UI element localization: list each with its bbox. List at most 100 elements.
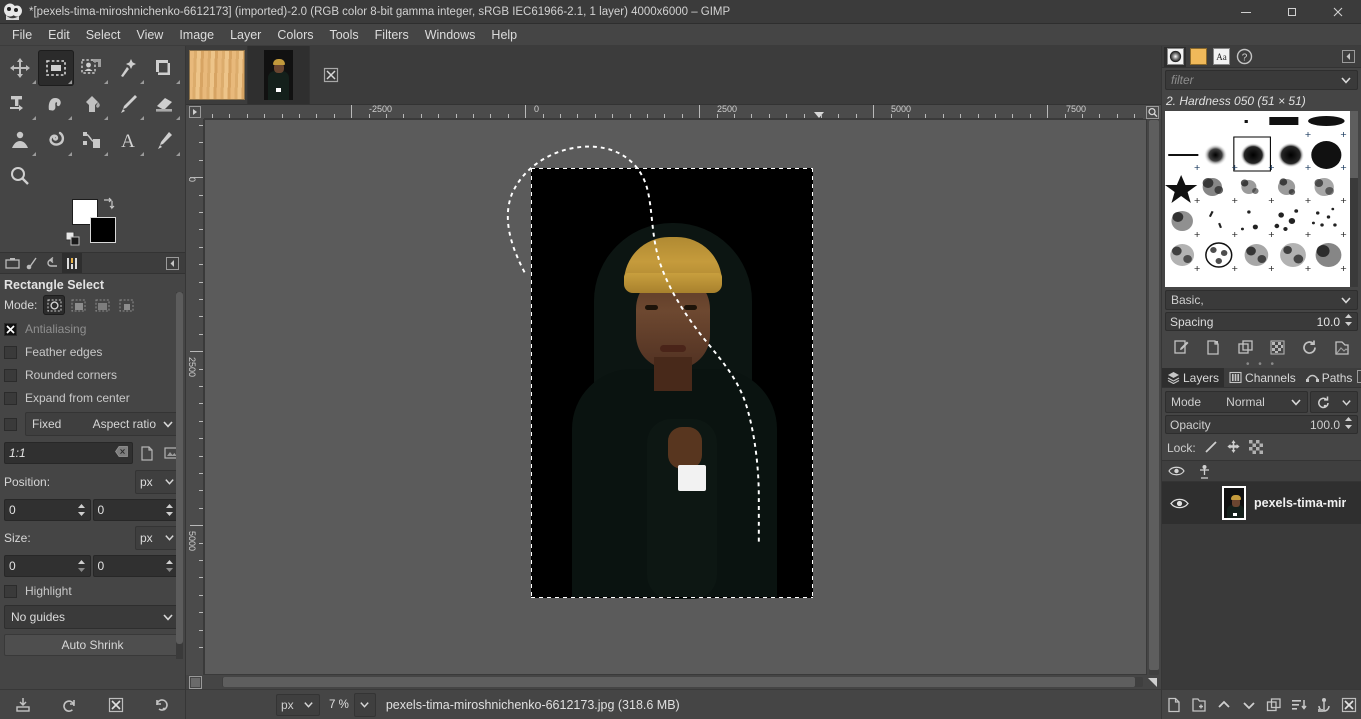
menu-arrow-button[interactable] xyxy=(186,105,204,119)
canvas-horizontal-scrollbar[interactable] xyxy=(222,677,1143,687)
background-color-swatch[interactable] xyxy=(90,217,116,243)
size-unit-combo[interactable]: px xyxy=(135,526,181,550)
tab-paths[interactable]: Paths xyxy=(1301,368,1358,387)
horizontal-ruler[interactable]: -2500 0 2500 5000 7500 xyxy=(204,105,1143,119)
layer-opacity-slider[interactable]: Opacity 100.0 xyxy=(1165,415,1358,434)
menu-edit[interactable]: Edit xyxy=(40,25,78,45)
eraser-tool[interactable] xyxy=(146,86,182,122)
smudge-tool[interactable] xyxy=(38,122,74,158)
layer-list[interactable]: pexels-tima-mir xyxy=(1162,482,1361,689)
statusbar-unit-combo[interactable]: px xyxy=(276,693,320,716)
tool-options-scrollbar[interactable] xyxy=(176,292,183,659)
swap-colors-icon[interactable] xyxy=(101,197,115,211)
brush-grid[interactable]: + + + + + + + + + + + + + + + + + + + + … xyxy=(1165,111,1350,287)
duplicate-brush-icon[interactable] xyxy=(1234,336,1256,358)
tab-document-history-icon[interactable]: ? xyxy=(1233,47,1255,67)
fixed-aspect-combo[interactable]: Fixed Aspect ratio xyxy=(25,412,181,436)
zoom-dropdown-button[interactable] xyxy=(353,692,376,717)
raise-layer-icon[interactable] xyxy=(1212,697,1237,713)
right-dock-menu-icon[interactable] xyxy=(1340,49,1356,65)
color-picker-tool[interactable] xyxy=(146,122,182,158)
duplicate-layer-icon[interactable] xyxy=(1262,697,1287,713)
close-button[interactable] xyxy=(1315,0,1361,24)
spinner-arrows-icon[interactable] xyxy=(1344,416,1353,433)
guides-combo[interactable]: No guides xyxy=(4,605,181,629)
move-tool[interactable] xyxy=(2,50,38,86)
zoom-level-value[interactable]: 7 % xyxy=(324,693,354,716)
spinner-arrows-icon[interactable] xyxy=(77,503,86,517)
delete-tool-preset-icon[interactable] xyxy=(93,690,139,719)
rounded-corners-row[interactable]: Rounded corners xyxy=(4,366,181,384)
layer-visibility-toggle[interactable] xyxy=(1164,497,1194,510)
fixed-checkbox[interactable] xyxy=(4,417,17,431)
lock-position-icon[interactable] xyxy=(1226,439,1241,457)
menu-select[interactable]: Select xyxy=(78,25,129,45)
bucket-fill-tool[interactable] xyxy=(74,86,110,122)
position-unit-combo[interactable]: px xyxy=(135,470,181,494)
anchor-layer-icon[interactable] xyxy=(1311,697,1336,713)
reset-colors-icon[interactable] xyxy=(65,231,80,246)
spinner-arrows-icon[interactable] xyxy=(1344,313,1353,330)
spinner-arrows-icon[interactable] xyxy=(165,503,174,517)
expand-from-center-row[interactable]: Expand from center xyxy=(4,389,181,407)
menu-tools[interactable]: Tools xyxy=(321,25,366,45)
new-layer-group-icon[interactable] xyxy=(1187,697,1212,713)
position-x-input[interactable]: 0 xyxy=(4,499,91,521)
tab-device-status-icon[interactable] xyxy=(22,253,42,273)
menu-filters[interactable]: Filters xyxy=(367,25,417,45)
tab-undo-history-icon[interactable] xyxy=(42,253,62,273)
text-tool[interactable]: A xyxy=(110,122,146,158)
mode-intersect-button[interactable] xyxy=(115,295,137,315)
edit-brush-icon[interactable] xyxy=(1170,336,1192,358)
clone-tool[interactable] xyxy=(2,122,38,158)
feather-edges-row[interactable]: Feather edges xyxy=(4,343,181,361)
delete-brush-icon[interactable] xyxy=(1267,336,1289,358)
lock-alpha-icon[interactable] xyxy=(1248,439,1263,457)
navigation-preview-button[interactable] xyxy=(1143,675,1161,689)
brush-filter-input[interactable]: filter xyxy=(1165,70,1358,90)
menu-image[interactable]: Image xyxy=(171,25,222,45)
free-select-tool[interactable] xyxy=(74,50,110,86)
zoom-image-window-button[interactable] xyxy=(1143,105,1161,119)
save-tool-preset-icon[interactable] xyxy=(0,690,46,719)
brush-grid-scrollbar[interactable] xyxy=(1350,111,1358,287)
tab-toolbox-icon[interactable] xyxy=(2,253,22,273)
paths-tool[interactable] xyxy=(74,122,110,158)
unified-transform-tool[interactable] xyxy=(2,86,38,122)
chevron-down-icon[interactable] xyxy=(1340,74,1352,86)
new-layer-icon[interactable] xyxy=(1162,697,1187,713)
mode-replace-button[interactable] xyxy=(43,295,66,315)
auto-shrink-button[interactable]: Auto Shrink xyxy=(4,634,181,656)
rectangle-select-tool[interactable] xyxy=(38,50,74,86)
tab-fonts-icon[interactable]: Aa xyxy=(1210,47,1232,67)
minimize-button[interactable] xyxy=(1223,0,1269,24)
layers-dock-menu-icon[interactable] xyxy=(1357,368,1361,384)
clear-ratio-icon[interactable] xyxy=(115,446,128,460)
quick-mask-button[interactable] xyxy=(186,675,204,689)
warp-transform-tool[interactable] xyxy=(38,86,74,122)
menu-view[interactable]: View xyxy=(128,25,171,45)
menu-help[interactable]: Help xyxy=(483,25,525,45)
expand-from-center-checkbox[interactable] xyxy=(4,391,17,405)
new-brush-icon[interactable] xyxy=(1202,336,1224,358)
open-brush-as-image-icon[interactable] xyxy=(1331,336,1353,358)
mode-subtract-button[interactable] xyxy=(91,295,113,315)
tab-brushes-icon[interactable] xyxy=(1164,46,1186,67)
size-height-input[interactable]: 0 xyxy=(92,555,179,577)
tab-tool-options-icon[interactable] xyxy=(62,253,82,273)
antialiasing-checkbox[interactable] xyxy=(4,322,17,336)
brush-tag-combo[interactable]: Basic, xyxy=(1165,290,1358,310)
menu-colors[interactable]: Colors xyxy=(269,25,321,45)
close-tab-button[interactable] xyxy=(310,46,352,104)
spacing-slider[interactable]: Spacing 10.0 xyxy=(1165,312,1358,331)
delete-layer-icon[interactable] xyxy=(1336,697,1361,713)
size-width-input[interactable]: 0 xyxy=(4,555,91,577)
menu-file[interactable]: File xyxy=(4,25,40,45)
menu-layer[interactable]: Layer xyxy=(222,25,269,45)
crop-tool[interactable] xyxy=(146,50,182,86)
left-dock-menu-icon[interactable] xyxy=(164,255,180,271)
zoom-tool[interactable] xyxy=(2,158,38,194)
layer-blend-space-combo[interactable] xyxy=(1310,391,1358,413)
merge-down-icon[interactable] xyxy=(1286,697,1311,713)
refresh-brushes-icon[interactable] xyxy=(1299,336,1321,358)
